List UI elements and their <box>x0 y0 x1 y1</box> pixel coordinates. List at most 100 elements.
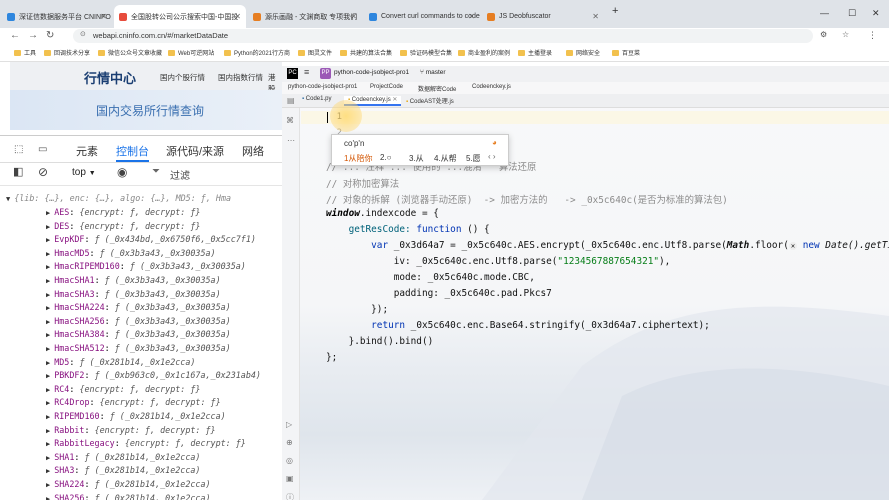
minimize-icon[interactable]: — <box>820 8 829 18</box>
site-info-icon[interactable]: ⊙ <box>80 30 86 38</box>
branch-selector[interactable]: ⑂ master <box>420 69 446 76</box>
bookmark-item[interactable]: 微信公众号文章收藏 <box>98 48 162 57</box>
console-entry[interactable]: ▶ RC4Drop: {encrypt: ƒ, decrypt: ƒ} <box>46 396 221 409</box>
console-entry[interactable]: ▶ SHA256: ƒ (_0x281b14,_0x1e2cca) <box>46 492 211 500</box>
close-tab-icon[interactable]: ✕ <box>592 12 599 21</box>
bookmark-item[interactable]: Python的2021行方商 <box>224 48 290 57</box>
code-line[interactable]: window.indexcode = { <box>326 208 439 219</box>
tab-sources[interactable]: 源代码/来源 <box>166 143 224 159</box>
console-entry[interactable]: ▶ HmacSHA512: ƒ (_0x3b3a43,_0x30035a) <box>46 342 231 355</box>
eye-icon[interactable]: ◉ <box>117 165 127 179</box>
code-line[interactable]: }.bind().bind() <box>326 336 434 347</box>
code-line[interactable]: mode: _0x5c640c.mode.CBC, <box>326 272 535 283</box>
bookmark-item[interactable]: 工具 <box>14 48 36 57</box>
browser-tab-2[interactable]: 全国股转公司公示搜索中国-中国投 ✕ <box>114 5 246 28</box>
run-icon[interactable]: ▷ <box>286 420 292 429</box>
bookmark-item[interactable]: 主播登录 <box>518 48 552 57</box>
close-tab-icon[interactable]: ✕ <box>100 12 107 21</box>
browser-tab-1[interactable]: 深证信数据服务平台 CNINFO ✕ <box>2 5 112 28</box>
console-entry[interactable]: ▶ HmacSHA384: ƒ (_0x3b3a43,_0x30035a) <box>46 328 231 341</box>
console-entry[interactable]: ▶ HmacSHA256: ƒ (_0x3b3a43,_0x30035a) <box>46 315 231 328</box>
code-line[interactable]: return _0x5c640c.enc.Base64.stringify(_0… <box>326 320 710 331</box>
console-entry[interactable]: ▶ SHA1: ƒ (_0x281b14,_0x1e2cca) <box>46 451 200 464</box>
tab-code1-py[interactable]: ▪ Code1.py <box>302 96 331 106</box>
problems-icon[interactable]: ⓘ <box>286 492 294 500</box>
filter-input[interactable]: 过滤 <box>170 167 190 182</box>
breadcrumb-item[interactable]: 数据解密Code <box>418 84 456 93</box>
ime-candidate[interactable]: 2.○ <box>380 153 392 162</box>
code-line[interactable]: iv: _0x5c640c.enc.Utf8.parse("1234567887… <box>326 256 671 267</box>
console-entry[interactable]: ▶ DES: {encrypt: ƒ, decrypt: ƒ} <box>46 220 200 233</box>
console-object-summary[interactable]: ▼ {lib: {…}, enc: {…}, algo: {…}, MD5: ƒ,… <box>6 192 231 205</box>
bookmark-item[interactable]: 共建的算法合集 <box>340 48 392 57</box>
ime-candidate[interactable]: 5.愿 <box>466 153 481 164</box>
url-input[interactable]: ⊙ webapi.cninfo.com.cn/#/marketDataDate <box>73 29 813 43</box>
extensions-icon[interactable]: ⚙ <box>820 30 827 39</box>
code-line[interactable]: var _0x3d64a7 = _0x5c640c.AES.encrypt(_0… <box>326 240 889 251</box>
code-line[interactable]: getResCode: function () { <box>326 224 490 235</box>
browser-tab-5[interactable]: JS Deobfuscator ✕ <box>482 5 604 28</box>
close-tab-icon[interactable]: ✕ <box>350 12 357 21</box>
context-selector[interactable]: top ▼ <box>72 167 96 178</box>
inline-hint-close-icon[interactable]: ✕ <box>788 242 798 250</box>
console-entry[interactable]: ▶ HmacMD5: ƒ (_0x3b3a43,_0x30035a) <box>46 247 216 260</box>
breadcrumb-item[interactable]: Codeenckey.js <box>472 84 511 90</box>
bookmark-item[interactable]: 验证码模型合集 <box>400 48 452 57</box>
console-entry[interactable]: ▶ EvpKDF: ƒ (_0x434bd,_0x6750f6,_0x5cc7f1… <box>46 233 256 246</box>
ime-candidate[interactable]: 1从陪你 <box>344 153 372 164</box>
console-entry[interactable]: ▶ MD5: ƒ (_0x281b14,_0x1e2cca) <box>46 356 195 369</box>
console-entry[interactable]: ▶ RC4: {encrypt: ƒ, decrypt: ƒ} <box>46 383 200 396</box>
code-line[interactable]: }); <box>326 304 388 315</box>
nav-index-quotes[interactable]: 国内指数行情 <box>218 72 263 83</box>
console-entry[interactable]: ▶ RabbitLegacy: {encrypt: ƒ, decrypt: ƒ} <box>46 437 246 450</box>
breadcrumb-item[interactable]: ProjectCode <box>370 84 403 90</box>
close-tab-icon[interactable]: ✕ <box>234 12 241 21</box>
bookmark-item[interactable]: 百豆菜 <box>612 48 640 57</box>
project-panel-icon[interactable]: ▤ <box>287 96 295 105</box>
clear-console-icon[interactable]: ⊘ <box>38 165 48 179</box>
project-selector[interactable]: python-code-jsobject-pro1 <box>334 69 409 76</box>
code-comment[interactable]: // 对象的拆解 (浏览器手动还原) -> 加密方法的 -> _0x5c640c… <box>326 192 728 206</box>
tab-network[interactable]: 网络 <box>242 143 264 159</box>
ime-candidate[interactable]: 3.从 <box>409 153 424 164</box>
python-console-icon[interactable]: ⊕ <box>286 438 293 447</box>
tab-codeast-js[interactable]: ▪ CodeAST处理.js <box>406 96 454 106</box>
close-tab-icon[interactable]: ✕ <box>392 97 397 103</box>
close-window-icon[interactable]: ✕ <box>872 8 880 19</box>
more-tools-icon[interactable]: ⋯ <box>287 136 295 145</box>
bookmark-item[interactable]: 商业盈利的案例 <box>458 48 510 57</box>
breadcrumb-item[interactable]: python-code-jsobject-pro1 <box>288 84 357 90</box>
back-icon[interactable]: ← <box>10 30 20 41</box>
main-menu-icon[interactable]: ≡ <box>304 67 309 77</box>
forward-icon[interactable]: → <box>28 30 38 41</box>
close-tab-icon[interactable]: ✕ <box>468 12 475 21</box>
console-entry[interactable]: ▶ PBKDF2: ƒ (_0xb963c0,_0x1c167a,_0x231ab… <box>46 369 261 382</box>
code-comment[interactable]: // 对称加密算法 <box>326 176 399 190</box>
code-line[interactable]: padding: _0x5c640c.pad.Pkcs7 <box>326 288 552 299</box>
bookmark-item[interactable]: 网络安全 <box>566 48 600 57</box>
maximize-icon[interactable]: ☐ <box>848 8 856 19</box>
menu-icon[interactable]: ⋮ <box>868 30 877 41</box>
console-entry[interactable]: ▶ HmacRIPEMD160: ƒ (_0x3b3a43,_0x30035a) <box>46 260 246 273</box>
ime-page-arrows-icon[interactable]: ‹ › <box>488 152 496 161</box>
device-toolbar-icon[interactable]: ▭ <box>38 144 47 155</box>
console-entry[interactable]: ▶ HmacSHA224: ƒ (_0x3b3a43,_0x30035a) <box>46 301 231 314</box>
console-entry[interactable]: ▶ HmacSHA3: ƒ (_0x3b3a43,_0x30035a) <box>46 288 221 301</box>
browser-tab-4[interactable]: Convert curl commands to code ✕ <box>364 5 480 28</box>
tab-console[interactable]: 控制台 <box>116 143 149 162</box>
ime-candidate[interactable]: 4.从帮 <box>434 153 457 164</box>
console-entry[interactable]: ▶ RIPEMD160: ƒ (_0x281b14,_0x1e2cca) <box>46 410 226 423</box>
bookmark-item[interactable]: 图灵文件 <box>298 48 332 57</box>
sidebar-toggle-icon[interactable]: ◧ <box>13 165 23 178</box>
bookmark-item[interactable]: 回调技术分享 <box>44 48 90 57</box>
nav-market-center[interactable]: 行情中心 <box>84 68 136 87</box>
browser-tab-3[interactable]: 源乐画融 - 文渊商取 专项我们 ✕ <box>248 5 362 28</box>
console-entry[interactable]: ▶ Rabbit: {encrypt: ƒ, decrypt: ƒ} <box>46 424 216 437</box>
bookmark-item[interactable]: Web可逆网站 <box>168 48 214 57</box>
tab-elements[interactable]: 元素 <box>76 143 98 159</box>
console-entry[interactable]: ▶ SHA3: ƒ (_0x281b14,_0x1e2cca) <box>46 464 200 477</box>
services-icon[interactable]: ◎ <box>286 456 293 465</box>
reload-icon[interactable]: ↻ <box>46 30 54 41</box>
code-line[interactable]: }; <box>326 352 337 363</box>
nav-stock-quotes[interactable]: 国内个股行情 <box>160 72 205 83</box>
